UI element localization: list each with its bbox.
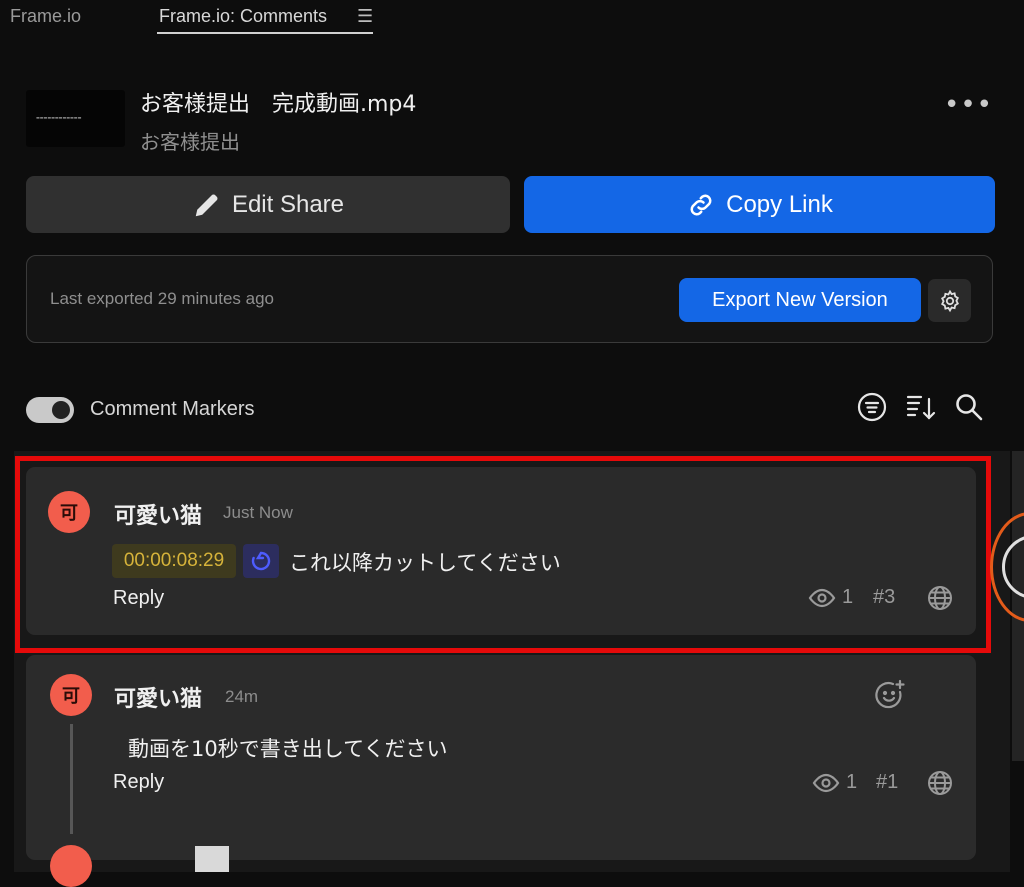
reply-attachment-thumbnail[interactable] — [195, 846, 229, 872]
comment-author: 可愛い猫 — [114, 687, 203, 712]
asset-thumbnail: ▬▬▬▬▬▬▬▬▬▬▬▬ — [26, 90, 125, 147]
asset-title: お客様提出 完成動画.mp4 — [140, 92, 417, 117]
asset-subtitle: お客様提出 — [140, 130, 240, 154]
edit-share-label: Edit Share — [231, 190, 345, 218]
more-options-button[interactable]: ••• — [944, 90, 993, 120]
tab-frameio[interactable]: Frame.io — [10, 6, 81, 27]
export-status-text: Last exported 29 minutes ago — [50, 289, 274, 308]
copy-link-button[interactable]: Copy Link — [524, 176, 995, 233]
thumbnail-caption: ▬▬▬▬▬▬▬▬▬▬▬▬ — [36, 115, 82, 120]
filter-icon — [857, 392, 887, 422]
pencil-icon — [195, 194, 218, 216]
reply-button[interactable]: Reply — [113, 771, 164, 794]
sort-icon — [906, 395, 936, 420]
add-reaction-button[interactable] — [873, 678, 907, 716]
avatar — [50, 845, 92, 887]
edit-share-button[interactable]: Edit Share — [26, 176, 510, 233]
view-count: 1 — [846, 771, 858, 793]
toggle-knob — [52, 401, 70, 419]
active-tab-indicator — [157, 32, 373, 34]
copy-link-label: Copy Link — [726, 190, 833, 218]
comment-markers-label: Comment Markers — [90, 398, 255, 420]
comment-time: 24m — [225, 687, 259, 706]
sort-button[interactable] — [905, 391, 937, 427]
thread-line — [70, 724, 73, 834]
comment-markers-toggle[interactable] — [26, 397, 74, 423]
export-new-version-button[interactable]: Export New Version — [679, 278, 921, 322]
emoji-add-icon — [875, 679, 905, 709]
highlight-frame — [15, 456, 991, 653]
avatar: 可 — [50, 674, 92, 716]
link-icon — [690, 194, 712, 215]
tab-menu-icon[interactable]: ☰ — [357, 6, 373, 27]
export-settings-button[interactable] — [928, 279, 971, 322]
search-icon — [956, 394, 983, 421]
search-button[interactable] — [953, 391, 985, 427]
globe-icon[interactable] — [927, 770, 953, 800]
tab-frameio-comments[interactable]: Frame.io: Comments — [159, 6, 327, 27]
eye-icon — [812, 771, 840, 799]
cursor-ring-inner — [1002, 535, 1024, 599]
comment-text: 動画を10秒で書き出してください — [128, 737, 448, 761]
filter-button[interactable] — [856, 391, 888, 427]
gear-icon — [940, 289, 959, 312]
comment-number: #1 — [876, 771, 899, 793]
